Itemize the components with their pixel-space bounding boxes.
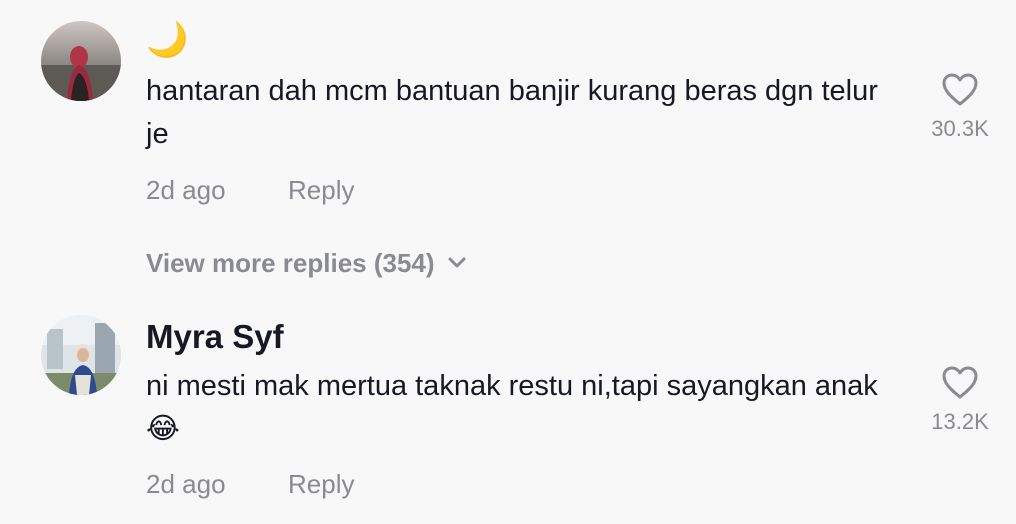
reply-button[interactable]: Reply — [288, 468, 354, 500]
chevron-down-icon — [448, 257, 466, 268]
comment-timestamp: 2d ago — [146, 175, 226, 205]
comment-meta: 2d ago Reply — [146, 468, 354, 500]
like-count: 13.2K — [931, 409, 989, 434]
reply-button[interactable]: Reply — [288, 174, 354, 206]
like-button[interactable]: 13.2K — [920, 366, 1000, 436]
comment-meta: 2d ago Reply — [146, 174, 354, 206]
avatar[interactable] — [41, 21, 121, 101]
comment-text: hantaran dah mcm bantuan banjir kurang b… — [146, 75, 878, 150]
avatar-photo-icon — [41, 21, 121, 101]
view-more-label: View more replies (354) — [146, 248, 435, 278]
view-more-replies-button[interactable]: View more replies (354) — [146, 246, 467, 280]
comment-text: ni mesti mak mertua taknak restu ni,tapi… — [146, 370, 878, 445]
like-button[interactable]: 30.3K — [920, 73, 1000, 143]
avatar-photo-icon — [41, 315, 121, 395]
comment-timestamp: 2d ago — [146, 469, 226, 499]
heart-icon[interactable] — [942, 366, 978, 400]
comment-username[interactable]: Myra Syf — [146, 317, 284, 357]
like-count: 30.3K — [931, 116, 989, 141]
comment-username[interactable]: 🌙 — [146, 20, 188, 60]
heart-icon[interactable] — [942, 73, 978, 107]
avatar[interactable] — [41, 315, 121, 395]
